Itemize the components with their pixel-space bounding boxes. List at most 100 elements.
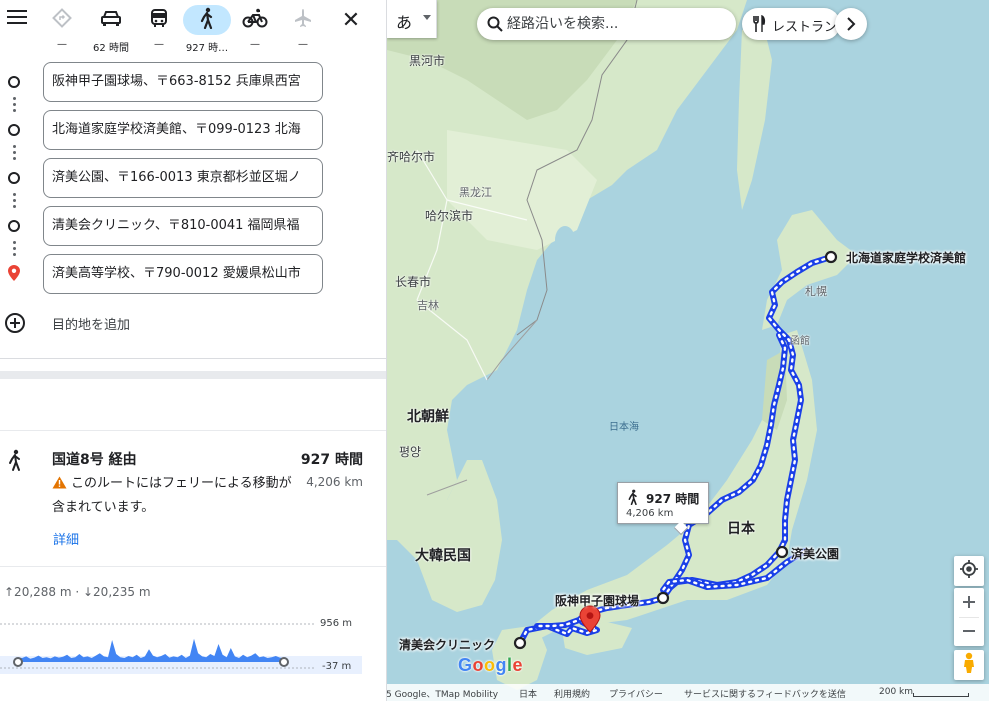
map-label-jilin: 吉林 bbox=[417, 299, 439, 312]
car-icon bbox=[100, 8, 122, 32]
add-circle-icon bbox=[4, 312, 26, 338]
close-icon: ✕ bbox=[341, 7, 361, 33]
bus-icon bbox=[149, 8, 169, 32]
place-clinic[interactable]: 清美会クリニック bbox=[399, 636, 495, 653]
scale-label[interactable]: 200 km bbox=[879, 687, 913, 697]
stop-circle-icon bbox=[8, 76, 20, 88]
feedback-link[interactable]: サービスに関するフィードバックを送信 bbox=[684, 687, 846, 700]
map-label-sapporo: 札幌 bbox=[805, 285, 827, 298]
stop-input[interactable]: 済美高等学校、〒790-0012 愛媛県松山市 bbox=[43, 254, 323, 294]
google-logo-letter: g bbox=[495, 655, 508, 675]
directions-panel: — 62 時間 — 927 時… — — ✕ 阪神甲子園球場、〒663-8152… bbox=[0, 0, 387, 701]
stop-input[interactable]: 済美公園、〒166-0013 東京都杉並区堀ノ bbox=[43, 158, 323, 198]
bike-icon bbox=[242, 8, 268, 32]
route-via: 国道8号 経由 bbox=[52, 452, 137, 468]
stop-circle-icon bbox=[8, 124, 20, 136]
walk-icon bbox=[198, 7, 216, 33]
my-location-button[interactable] bbox=[954, 556, 984, 586]
menu-button[interactable] bbox=[4, 6, 30, 32]
map-label-hakodate: 函館 bbox=[790, 336, 810, 347]
elevation-max-label: 956 m bbox=[320, 618, 353, 629]
stop-circle-icon bbox=[8, 172, 20, 184]
elevation-endpoint bbox=[13, 657, 23, 667]
street-view-pegman[interactable] bbox=[954, 650, 984, 680]
language-label: あ bbox=[396, 13, 413, 32]
close-button[interactable]: ✕ bbox=[337, 6, 365, 34]
place-saibi-park[interactable]: 済美公園 bbox=[791, 545, 839, 562]
stop-row: 阪神甲子園球場、〒663-8152 兵庫県西宮 bbox=[0, 62, 386, 104]
stop-input[interactable]: 北海道家庭学校済美館、〒099-0123 北海 bbox=[43, 110, 323, 150]
details-link[interactable]: 詳細 bbox=[53, 529, 79, 548]
stop-row: 済美高等学校、〒790-0012 愛媛県松山市 bbox=[0, 254, 386, 296]
route-search-box[interactable] bbox=[477, 8, 736, 40]
warning-icon bbox=[52, 475, 67, 497]
google-logo-letter: o bbox=[472, 655, 485, 675]
route-line[interactable] bbox=[660, 332, 788, 601]
google-logo-letter: o bbox=[484, 655, 496, 675]
stop-circle-icon bbox=[8, 220, 20, 232]
elevation-min-label: -37 m bbox=[322, 661, 352, 672]
fork-knife-icon bbox=[752, 14, 766, 37]
caret-down-icon bbox=[423, 15, 431, 20]
menu-icon bbox=[7, 9, 27, 29]
place-koshien[interactable]: 阪神甲子園球場 bbox=[555, 592, 639, 609]
terms-link[interactable]: 利用規約 bbox=[554, 687, 590, 700]
location-target-icon bbox=[959, 559, 979, 583]
stop-row: 清美会クリニック、〒810-0041 福岡県福 bbox=[0, 206, 386, 248]
google-logo-letter: e bbox=[512, 655, 524, 675]
route-callout[interactable]: 927 時間 4,206 km bbox=[617, 482, 709, 536]
divider bbox=[0, 430, 386, 431]
chip-next-button[interactable] bbox=[835, 8, 867, 40]
scale-bar bbox=[913, 693, 969, 697]
travel-mode-bar: — 62 時間 — 927 時… — — ✕ bbox=[0, 0, 386, 56]
ferry-warning-text: このルートにはフェリーによる移動が含まれています。 bbox=[52, 476, 292, 515]
callout-distance: 4,206 km bbox=[626, 508, 674, 519]
search-icon bbox=[486, 15, 504, 37]
destination-pin-icon bbox=[7, 264, 21, 286]
elevation-area bbox=[18, 638, 284, 662]
zoom-out-button[interactable] bbox=[954, 618, 984, 647]
elevation-stats: ↑20,288 m · ↓20,235 m bbox=[4, 585, 151, 599]
divider bbox=[0, 358, 386, 359]
mode-flight[interactable]: — bbox=[279, 3, 327, 53]
map-label-heilongjiang: 黑龙江 bbox=[459, 186, 492, 199]
google-logo-letter: G bbox=[458, 655, 473, 675]
zoom-in-button[interactable] bbox=[954, 588, 984, 617]
waypoint-marker[interactable] bbox=[513, 636, 527, 650]
stop-input[interactable]: 清美会クリニック、〒810-0041 福岡県福 bbox=[43, 206, 323, 246]
map-canvas[interactable]: 黒河市 齐哈尔市 黑龙江 哈尔滨市 长春市 吉林 北朝鮮 평양 大韓民国 日本海… bbox=[387, 0, 989, 701]
route-option[interactable]: 国道8号 経由 927 時間 4,206 km このルートにはフェリーによる移動… bbox=[0, 440, 386, 560]
stop-row: 済美公園、〒166-0013 東京都杉並区堀ノ bbox=[0, 158, 386, 200]
waypoint-marker[interactable] bbox=[656, 591, 670, 605]
place-hokkaido-school[interactable]: 北海道家庭学校済美館 bbox=[846, 249, 966, 266]
route-line[interactable] bbox=[662, 254, 834, 595]
minus-icon bbox=[963, 621, 975, 642]
search-input[interactable] bbox=[507, 14, 727, 34]
map-footer: 地図データ ©2025 Google、TMap Mobility 日本 利用規約… bbox=[387, 684, 989, 701]
map-label-changchun: 长春市 bbox=[395, 275, 432, 289]
waypoint-marker[interactable] bbox=[824, 250, 838, 264]
language-button[interactable]: あ bbox=[387, 0, 437, 38]
map-label-north-korea: 北朝鮮 bbox=[407, 409, 449, 425]
route-walk-dots bbox=[663, 255, 833, 594]
zoom-controls bbox=[954, 588, 984, 646]
waypoint-marker[interactable] bbox=[775, 545, 789, 559]
add-destination-button[interactable]: 目的地を追加 bbox=[4, 311, 304, 335]
stop-row: 北海道家庭学校済美館、〒099-0123 北海 bbox=[0, 110, 386, 152]
walk-icon bbox=[6, 448, 24, 476]
elevation-profile: 956 m -37 m bbox=[0, 612, 386, 682]
map-label-qiqihar: 齐哈尔市 bbox=[387, 150, 436, 164]
stop-input[interactable]: 阪神甲子園球場、〒663-8152 兵庫県西宮 bbox=[43, 62, 323, 102]
privacy-link[interactable]: プライバシー bbox=[609, 687, 663, 700]
mode-label: — bbox=[298, 39, 308, 50]
divider bbox=[0, 371, 386, 379]
country-link[interactable]: 日本 bbox=[519, 687, 537, 700]
elevation-endpoint bbox=[279, 657, 289, 667]
map-label-pyongyang: 평양 bbox=[399, 445, 422, 459]
route-distance: 4,206 km bbox=[306, 475, 363, 489]
restaurant-chip-label: レストラン bbox=[772, 20, 838, 35]
map-label-sea-of-japan: 日本海 bbox=[609, 422, 639, 433]
restaurant-chip[interactable]: レストラン bbox=[742, 8, 840, 40]
divider bbox=[0, 566, 386, 567]
route-overlay bbox=[513, 250, 838, 650]
